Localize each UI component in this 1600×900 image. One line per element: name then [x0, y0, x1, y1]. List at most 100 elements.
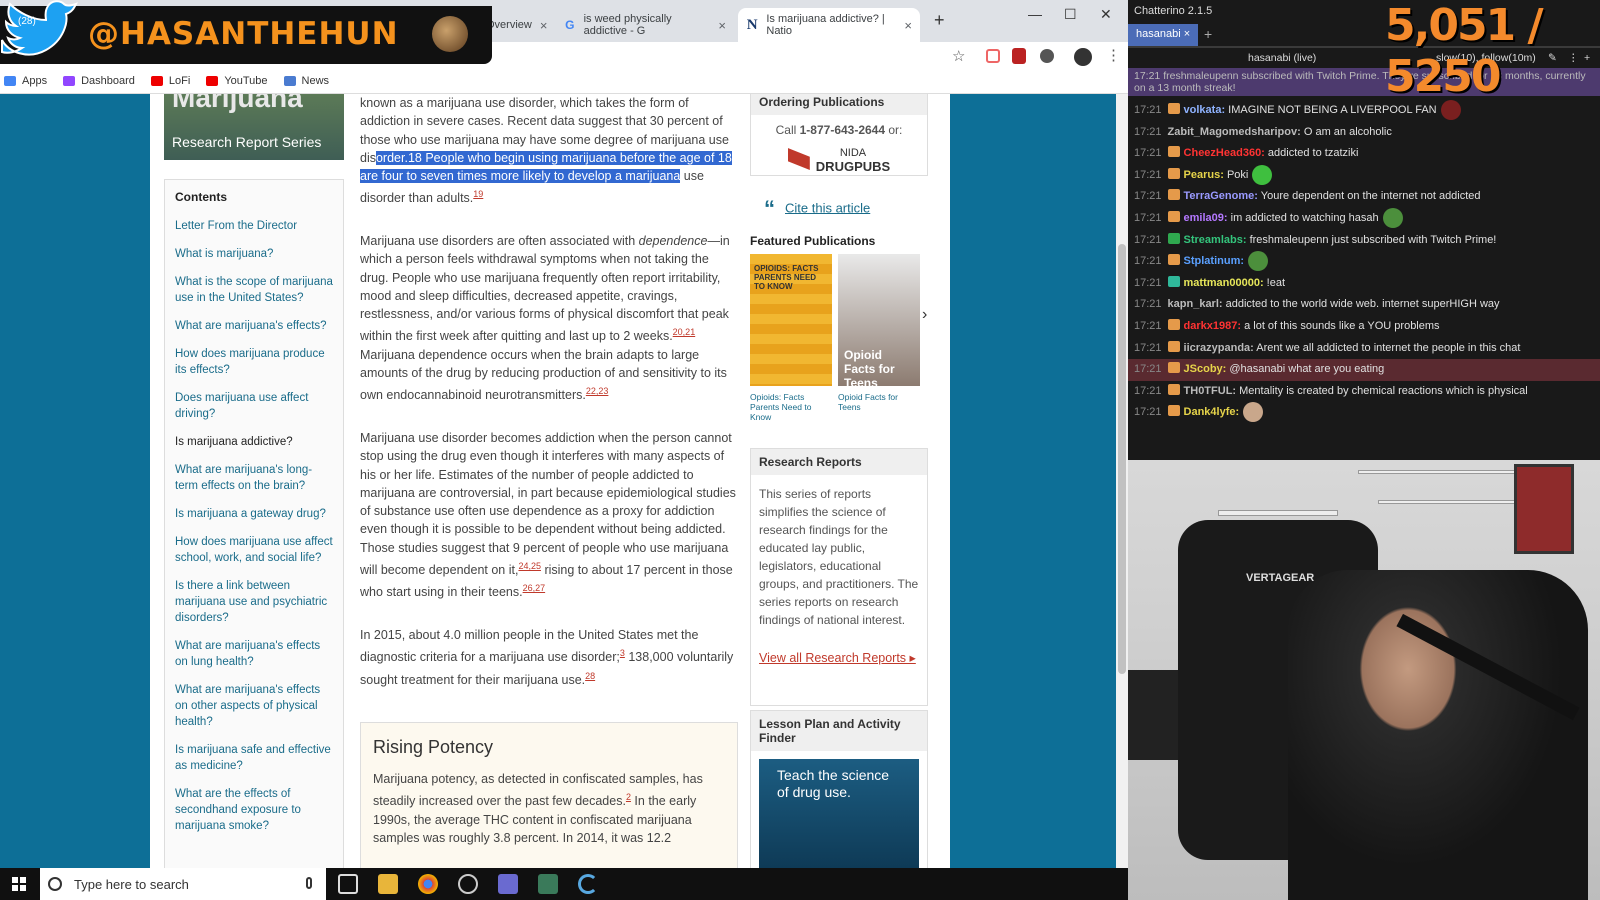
extension-icon[interactable]: [986, 49, 1000, 63]
new-tab-button[interactable]: +: [934, 10, 945, 31]
chat-username[interactable]: JScoby:: [1184, 363, 1227, 375]
chat-username[interactable]: CheezHead360:: [1184, 147, 1265, 159]
news-icon: [283, 75, 296, 86]
phone-number[interactable]: 1-877-643-2644: [800, 123, 885, 137]
toc-link[interactable]: What is marijuana?: [175, 246, 333, 262]
footnote-link[interactable]: 22,23: [586, 386, 609, 396]
bookmark-apps[interactable]: Apps: [4, 75, 47, 87]
lesson-plan-panel: Lesson Plan and Activity Finder Teach th…: [750, 710, 928, 868]
message-text: freshmaleupenn just subscribed with Twit…: [1246, 233, 1497, 246]
bookmark-star-icon[interactable]: ☆: [952, 47, 965, 65]
chat-username[interactable]: iicrazypanda:: [1184, 342, 1254, 354]
sub-badge-icon: [1167, 146, 1180, 158]
close-tab-icon[interactable]: ×: [540, 18, 548, 33]
chat-username[interactable]: TH0TFUL:: [1184, 385, 1237, 397]
message-time: 17:21: [1134, 168, 1162, 181]
toc-link[interactable]: What is the scope of marijuana use in th…: [175, 274, 333, 306]
message-time: 17:21: [1134, 384, 1162, 397]
emote-icon: [1243, 402, 1264, 423]
taskbar-search-input[interactable]: Type here to search: [40, 868, 326, 900]
chat-username[interactable]: Dank4lyfe:: [1184, 406, 1240, 418]
toc-link[interactable]: Does marijuana use affect driving?: [175, 390, 333, 422]
microphone-icon[interactable]: [306, 877, 312, 889]
chat-username[interactable]: kapn_karl:: [1168, 298, 1223, 310]
toc-link[interactable]: Is marijuana a gateway drug?: [175, 506, 333, 522]
file-explorer-icon[interactable]: [378, 874, 398, 894]
toc-link[interactable]: How does marijuana use affect school, wo…: [175, 534, 333, 566]
footnote-link[interactable]: 24,25: [518, 561, 541, 571]
chevron-right-icon[interactable]: ›: [922, 306, 927, 324]
chat-username[interactable]: Streamlabs:: [1184, 234, 1247, 246]
task-view-icon[interactable]: [338, 874, 358, 894]
bookmark-dashboard[interactable]: Dashboard: [63, 75, 135, 87]
notification-count: (28): [18, 16, 36, 27]
close-tab-icon[interactable]: ×: [718, 18, 726, 33]
app-icon[interactable]: [538, 874, 558, 894]
footnote-link[interactable]: 26,27: [523, 583, 546, 593]
sub-badge-icon: [1167, 189, 1180, 201]
chat-username[interactable]: TerraGenome:: [1184, 190, 1258, 202]
chatterino-icon[interactable]: [578, 874, 598, 894]
book-cover-teens[interactable]: Opioid Facts for Teens: [838, 254, 920, 390]
toc-link[interactable]: Letter From the Director: [175, 218, 333, 234]
profile-avatar[interactable]: [1074, 48, 1092, 66]
sub-badge-icon: [1167, 210, 1180, 222]
chat-username[interactable]: volkata:: [1184, 104, 1226, 116]
message-text: !eat: [1263, 276, 1286, 289]
drugpubs-logo[interactable]: NIDA DRUGPUBS: [757, 145, 921, 173]
bookmark-news[interactable]: News: [283, 75, 329, 87]
chat-username[interactable]: darkx1987:: [1184, 320, 1242, 332]
chat-username[interactable]: emila09:: [1184, 212, 1228, 224]
minimize-button[interactable]: —: [1028, 6, 1042, 22]
maximize-button[interactable]: ☐: [1064, 6, 1077, 23]
quote-icon: “: [764, 196, 775, 221]
toc-link[interactable]: How does marijuana produce its effects?: [175, 346, 333, 378]
toc-link[interactable]: What are marijuana's long-term effects o…: [175, 462, 333, 494]
tab-nida-article[interactable]: N Is marijuana addictive? | Natio ×: [738, 8, 920, 42]
footnote-link[interactable]: 20,21: [673, 327, 696, 337]
chat-username[interactable]: Zabit_Magomedsharipov:: [1168, 126, 1301, 138]
close-window-button[interactable]: ✕: [1100, 6, 1112, 23]
menu-kebab-icon[interactable]: ⋮: [1106, 46, 1121, 64]
app-icon[interactable]: [458, 874, 478, 894]
chat-message: 17:21 CheezHead360: addicted to tzatziki: [1128, 143, 1600, 165]
close-tab-icon[interactable]: ×: [1184, 28, 1190, 40]
series-label: Research Report Series: [172, 134, 322, 150]
toc-link[interactable]: What are marijuana's effects?: [175, 318, 333, 334]
cite-article-link[interactable]: “Cite this article: [764, 196, 870, 222]
view-all-reports-link[interactable]: View all Research Reports ▸: [759, 649, 919, 667]
add-tab-icon[interactable]: +: [1204, 26, 1212, 42]
bookmark-lofi[interactable]: LoFi: [150, 75, 190, 87]
chair-brand: VERTAGEAR: [1246, 572, 1315, 584]
book-cover-parents[interactable]: OPIOIDS: FACTS PARENTS NEED TO KNOW: [750, 254, 832, 386]
bookmark-youtube[interactable]: YouTube: [206, 75, 268, 87]
toc-link[interactable]: Is marijuana addictive?: [175, 434, 333, 450]
close-tab-icon[interactable]: ×: [904, 18, 912, 33]
book-label[interactable]: Opioids: Facts Parents Need to Know: [750, 392, 832, 422]
adblock-icon[interactable]: [1012, 48, 1026, 64]
book-label[interactable]: Opioid Facts for Teens: [838, 392, 920, 412]
tab-google-search[interactable]: G is weed physically addictive - G ×: [556, 8, 734, 42]
scroll-thumb[interactable]: [1118, 244, 1126, 674]
sub-badge-icon: [1167, 405, 1180, 417]
footnote-link[interactable]: 28: [585, 671, 595, 681]
message-time: 17:21: [1134, 125, 1162, 138]
chat-username[interactable]: mattman00000:: [1184, 277, 1264, 289]
teach-banner[interactable]: Teach the science of drug use.: [759, 759, 919, 868]
extension-icon[interactable]: [1040, 49, 1054, 63]
footnote-link[interactable]: 19: [473, 189, 483, 199]
chrome-icon[interactable]: [418, 874, 438, 894]
chat-username[interactable]: Stplatinum:: [1184, 255, 1245, 267]
toc-link[interactable]: Is marijuana safe and effective as medic…: [175, 742, 333, 774]
toc-link[interactable]: What are marijuana's effects on other as…: [175, 682, 333, 730]
discord-icon[interactable]: [498, 874, 518, 894]
windows-start-icon[interactable]: [12, 877, 26, 891]
toc-link[interactable]: Is there a link between marijuana use an…: [175, 578, 333, 626]
tab-hasanabi[interactable]: hasanabi ×: [1128, 24, 1199, 46]
chat-username[interactable]: Pearus:: [1184, 169, 1224, 181]
contents-heading: Contents: [175, 190, 227, 204]
toc-link[interactable]: What are marijuana's effects on lung hea…: [175, 638, 333, 670]
page-scrollbar[interactable]: [1116, 94, 1128, 868]
sub-badge-icon: [1167, 383, 1180, 395]
toc-link[interactable]: What are the effects of secondhand expos…: [175, 786, 333, 834]
